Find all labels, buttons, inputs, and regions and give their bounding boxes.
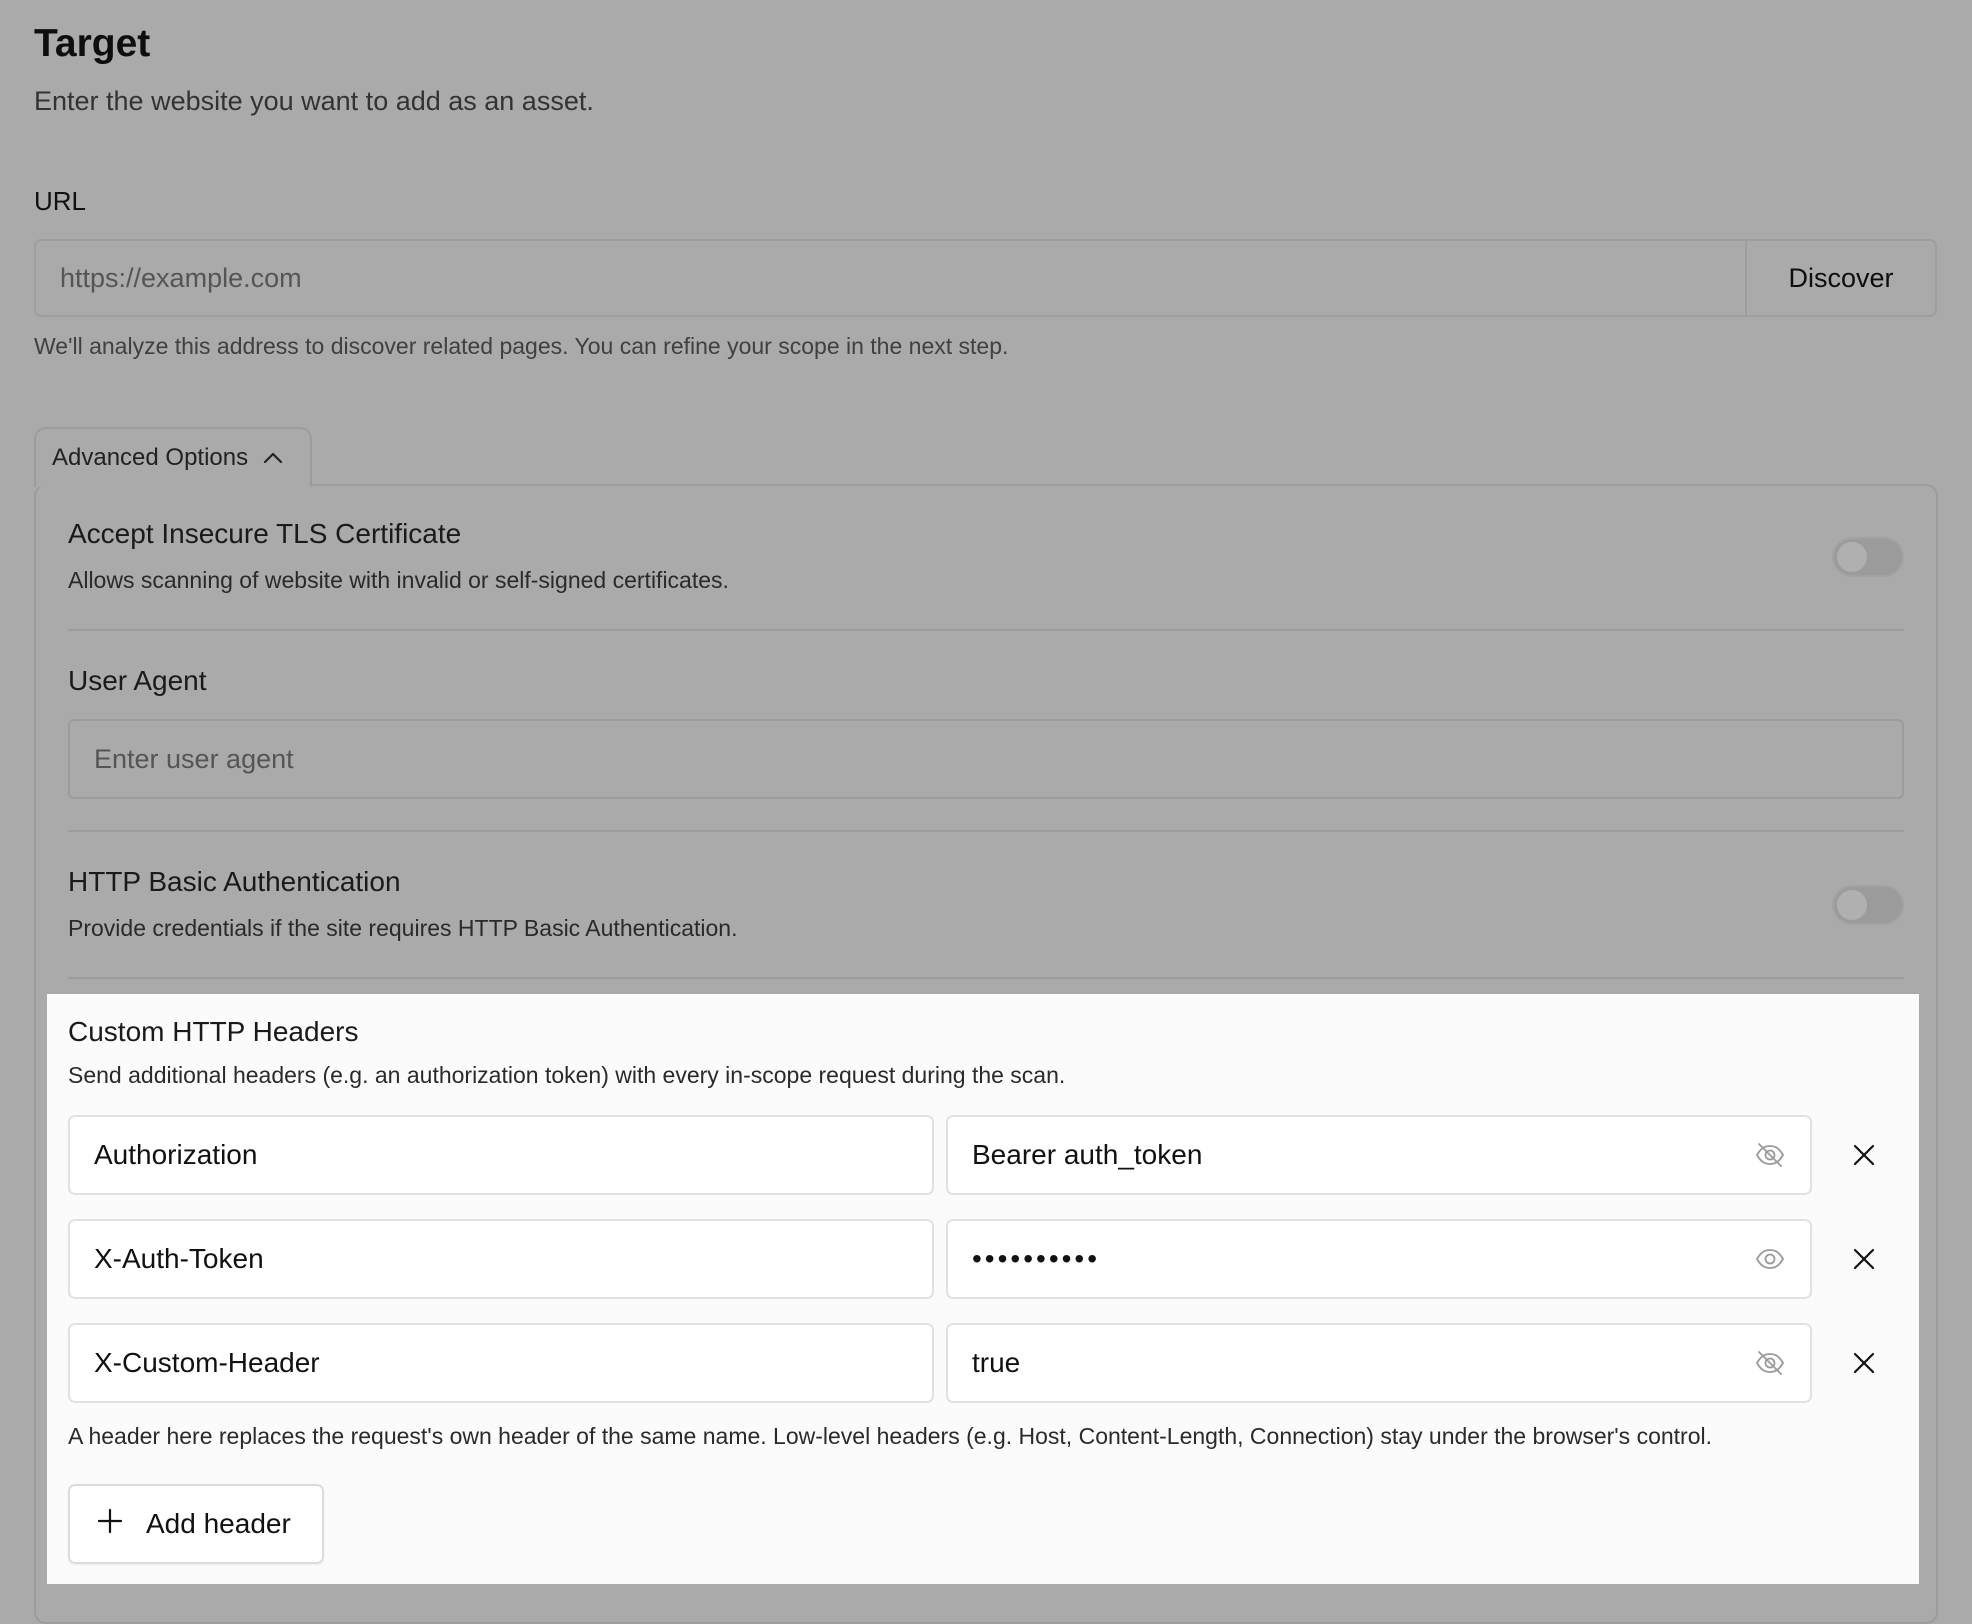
- user-agent-title: User Agent: [68, 665, 207, 696]
- toggle-knob: [1837, 542, 1867, 572]
- header-value-field: [946, 1219, 1812, 1299]
- divider: [68, 830, 1904, 832]
- chevron-up-icon: [262, 447, 284, 469]
- remove-header-close-icon[interactable]: [1844, 1135, 1884, 1175]
- header-name-field: [68, 1323, 934, 1403]
- url-input-group: Discover: [34, 239, 1937, 317]
- header-value-input[interactable]: [948, 1117, 1752, 1193]
- page-subtitle: Enter the website you want to add as an …: [34, 86, 594, 116]
- divider: [68, 629, 1904, 631]
- header-value-field: [946, 1323, 1812, 1403]
- header-name-field: [68, 1115, 934, 1195]
- header-value-input[interactable]: [948, 1325, 1752, 1401]
- url-label: URL: [34, 186, 87, 216]
- url-input[interactable]: [36, 241, 1745, 315]
- remove-header-close-icon[interactable]: [1844, 1343, 1884, 1383]
- page-title: Target: [34, 22, 151, 65]
- advanced-options-label: Advanced Options: [52, 444, 249, 471]
- header-name-input[interactable]: [70, 1325, 932, 1401]
- header-name-input[interactable]: [70, 1221, 932, 1297]
- user-agent-input[interactable]: [68, 719, 1904, 799]
- plus-icon: [96, 1507, 124, 1542]
- toggle-knob: [1837, 890, 1867, 920]
- add-header-button[interactable]: Add header: [68, 1484, 324, 1564]
- basic-auth-description: Provide credentials if the site requires…: [68, 915, 738, 941]
- add-header-label: Add header: [146, 1508, 291, 1539]
- eye-off-icon[interactable]: [1752, 1137, 1788, 1173]
- custom-headers-description: Send additional headers (e.g. an authori…: [68, 1062, 1066, 1088]
- tls-description: Allows scanning of website with invalid …: [68, 567, 729, 593]
- header-name-field: [68, 1219, 934, 1299]
- tls-title: Accept Insecure TLS Certificate: [68, 518, 462, 549]
- header-name-input[interactable]: [70, 1117, 932, 1193]
- discover-button[interactable]: Discover: [1745, 241, 1935, 315]
- remove-header-close-icon[interactable]: [1844, 1239, 1884, 1279]
- url-help-text: We'll analyze this address to discover r…: [34, 333, 1009, 359]
- basic-auth-title: HTTP Basic Authentication: [68, 866, 401, 897]
- custom-headers-title: Custom HTTP Headers: [68, 1016, 359, 1047]
- eye-icon[interactable]: [1752, 1241, 1788, 1277]
- header-value-input[interactable]: [948, 1221, 1752, 1297]
- basic-auth-toggle[interactable]: [1832, 885, 1904, 925]
- header-value-field: [946, 1115, 1812, 1195]
- custom-headers-note: A header here replaces the request's own…: [68, 1423, 1712, 1449]
- tls-toggle[interactable]: [1832, 537, 1904, 577]
- advanced-options-toggle[interactable]: Advanced Options: [34, 427, 312, 487]
- custom-headers-section: Custom HTTP Headers Send additional head…: [47, 994, 1919, 1584]
- divider: [68, 977, 1904, 979]
- eye-off-icon[interactable]: [1752, 1345, 1788, 1381]
